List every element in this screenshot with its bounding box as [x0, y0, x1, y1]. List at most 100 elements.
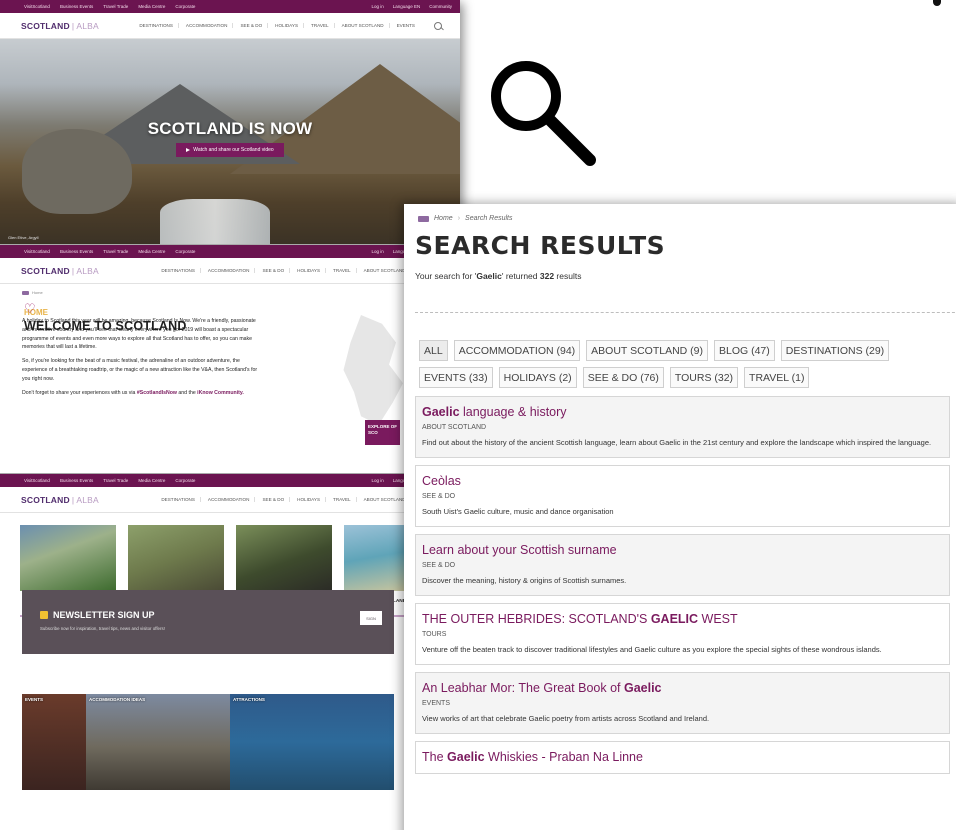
result-title-link[interactable]: THE OUTER HEBRIDES: SCOTLAND'S GAELIC WE… [422, 611, 943, 627]
filter-destinations[interactable]: DESTINATIONS (29) [780, 340, 890, 361]
homepage-screenshot: VisitScotland Business Events Travel Tra… [0, 0, 460, 830]
util-link[interactable]: Travel Trade [103, 4, 128, 9]
util-link[interactable]: VisitScotland [24, 4, 50, 9]
hero-rock [22, 129, 132, 214]
filter-accommodation[interactable]: ACCOMMODATION (94) [453, 340, 581, 361]
newsletter-title: NEWSLETTER SIGN UP [40, 610, 394, 620]
nav-holidays[interactable]: HOLIDAYS [295, 497, 327, 502]
utility-bar: VisitScotland Business Events Travel Tra… [0, 245, 460, 258]
nav-destinations[interactable]: DESTINATIONS [159, 497, 201, 502]
nav-accommodation[interactable]: ACCOMMODATION [206, 268, 256, 273]
result-title-link[interactable]: Gaelic language & history [422, 404, 943, 420]
nav-see-do[interactable]: SEE & DO [260, 497, 291, 502]
login-link[interactable]: Log in [371, 249, 383, 254]
hashtag-link[interactable]: #ScotlandIsNow [137, 390, 177, 396]
util-link[interactable]: Media Centre [138, 478, 165, 483]
nav-holidays[interactable]: HOLIDAYS [295, 268, 327, 273]
result-title-text: THE OUTER HEBRIDES: SCOTLAND'S [422, 612, 651, 626]
result-title-link[interactable]: Learn about your Scottish surname [422, 542, 943, 558]
tile-image [236, 525, 332, 591]
nav-about[interactable]: ABOUT SCOTLAND [340, 23, 390, 28]
newsletter-banner: NEWSLETTER SIGN UP Subscribe now for ins… [22, 590, 394, 654]
filter-about-scotland[interactable]: ABOUT SCOTLAND (9) [586, 340, 708, 361]
login-link[interactable]: Log in [371, 4, 383, 9]
util-link[interactable]: Corporate [175, 4, 195, 9]
util-link[interactable]: Media Centre [138, 4, 165, 9]
newsletter-signup-button[interactable]: SIGN [360, 611, 382, 625]
category-filters: ALL ACCOMMODATION (94) ABOUT SCOTLAND (9… [415, 340, 955, 388]
nav-destinations[interactable]: DESTINATIONS [137, 23, 179, 28]
filter-travel[interactable]: TRAVEL (1) [744, 367, 810, 388]
page-title: SEARCH RESULTS [415, 231, 666, 260]
filter-see-do[interactable]: SEE & DO (76) [582, 367, 664, 388]
heart-icon: ♡ [24, 301, 36, 316]
nav-accommodation[interactable]: ACCOMMODATION [206, 497, 256, 502]
util-link[interactable]: VisitScotland [24, 478, 50, 483]
mail-icon [40, 611, 48, 619]
utility-bar: VisitScotland Business Events Travel Tra… [0, 0, 460, 13]
util-link[interactable]: VisitScotland [24, 249, 50, 254]
search-icon[interactable] [434, 21, 442, 30]
result-description: View works of art that celebrate Gaelic … [422, 714, 710, 723]
result-title-link[interactable]: An Leabhar Mor: The Great Book of Gaelic [422, 680, 943, 696]
result-title-text: The [422, 750, 448, 764]
watch-video-button[interactable]: Watch and share our Scotland video [176, 143, 284, 157]
results-summary: Your search for 'Gaelic' returned 322 re… [415, 271, 956, 281]
util-link[interactable]: Business Events [60, 249, 93, 254]
nav-see-do[interactable]: SEE & DO [260, 268, 291, 273]
util-link[interactable]: Business Events [60, 478, 93, 483]
result-item: Learn about your Scottish surname SEE & … [415, 534, 950, 596]
summary-text: ' returned [501, 271, 540, 281]
nav-accommodation[interactable]: ACCOMMODATION [184, 23, 234, 28]
result-description: Find out about the history of the ancien… [422, 438, 932, 447]
breadcrumb-home[interactable]: Home [32, 290, 43, 295]
logo-text: SCOTLAND [21, 20, 70, 31]
util-link[interactable]: Corporate [175, 478, 195, 483]
result-title-text: An Leabhar Mor: The Great Book of [422, 681, 624, 695]
util-link[interactable]: Travel Trade [103, 249, 128, 254]
login-link[interactable]: Log in [371, 478, 383, 483]
filter-all[interactable]: ALL [419, 340, 448, 361]
category-tile-attractions[interactable]: ATTRACTIONS [230, 694, 394, 790]
filter-events[interactable]: EVENTS (33) [419, 367, 493, 388]
util-link[interactable]: Business Events [60, 4, 93, 9]
site-logo[interactable]: SCOTLAND | ALBA [21, 495, 99, 505]
category-tile-events[interactable]: EVENTS [22, 694, 86, 790]
util-link[interactable]: Travel Trade [103, 478, 128, 483]
site-logo[interactable]: SCOTLAND | ALBA [21, 266, 99, 276]
iknow-community-link[interactable]: iKnow Community. [197, 390, 244, 396]
nav-travel[interactable]: TRAVEL [309, 23, 335, 28]
category-tile-accommodation[interactable]: ACCOMMODATION IDEAS [86, 694, 230, 790]
site-logo[interactable]: SCOTLAND | ALBA [21, 21, 99, 31]
result-item: THE OUTER HEBRIDES: SCOTLAND'S GAELIC WE… [415, 603, 950, 665]
nav-holidays[interactable]: HOLIDAYS [273, 23, 305, 28]
nav-destinations[interactable]: DESTINATIONS [159, 268, 201, 273]
newsletter-title-text: NEWSLETTER SIGN UP [53, 610, 155, 620]
nav-travel[interactable]: TRAVEL [331, 497, 357, 502]
filter-blog[interactable]: BLOG (47) [714, 340, 775, 361]
language-select[interactable]: Language EN [393, 4, 421, 9]
result-title-highlight: Gaelic [623, 681, 662, 695]
nav-see-do[interactable]: SEE & DO [238, 23, 269, 28]
util-link[interactable]: Media Centre [138, 249, 165, 254]
nav-travel[interactable]: TRAVEL [331, 268, 357, 273]
welcome-share-text: and the [176, 389, 198, 396]
nav-events[interactable]: EVENTS [395, 23, 420, 28]
breadcrumb-home[interactable]: Home [434, 215, 453, 222]
result-title-link[interactable]: The Gaelic Whiskies - Praban Na Linne [422, 749, 943, 765]
result-category: SEE & DO [422, 493, 456, 500]
util-link[interactable]: Corporate [175, 249, 195, 254]
logo-text: SCOTLAND [21, 265, 70, 276]
result-title-link[interactable]: Ceòlas [422, 473, 943, 489]
filter-holidays[interactable]: HOLIDAYS (2) [498, 367, 577, 388]
community-link[interactable]: Community [429, 4, 452, 9]
filter-tours[interactable]: TOURS (32) [669, 367, 739, 388]
result-category: EVENTS [422, 700, 451, 707]
newsletter-subtitle: Subscribe now for inspiration, travel ti… [40, 626, 165, 631]
play-icon [186, 148, 191, 152]
result-title-text: Learn about your Scottish surname [422, 543, 617, 557]
breadcrumb: Home › Search Results [415, 204, 956, 222]
search-query: Gaelic [476, 271, 502, 281]
explore-button[interactable]: EXPLORE OF SCO [365, 420, 400, 445]
result-item: An Leabhar Mor: The Great Book of Gaelic… [415, 672, 950, 734]
